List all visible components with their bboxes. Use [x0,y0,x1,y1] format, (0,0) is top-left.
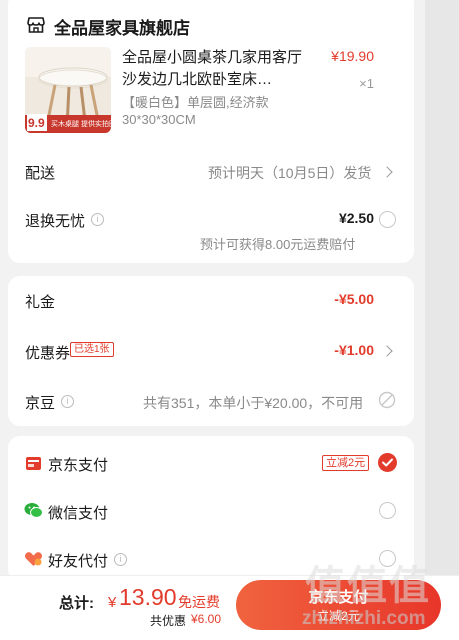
product-thumbnail[interactable]: 9.9 买木桌腿 提供实拍图 [25,47,111,133]
jd-pay-discount-tag: 立减2元 [322,455,370,471]
shop-name[interactable]: 全品屋家具旗舰店 [54,14,190,39]
jingdou-note: 共有351，本单小于¥20.00，不可用 [143,395,364,411]
unavailable-icon [378,391,396,409]
return-insurance-label: 退换无忧 [25,213,86,230]
coupon-value[interactable]: -¥1.00 [318,342,374,358]
wechat-pay-radio[interactable] [379,502,396,519]
product-spec[interactable]: 【暖白色】单层圆,经济款 [122,92,269,111]
jd-pay-radio-selected[interactable] [378,453,397,472]
product-title[interactable]: 全品屋小圆桌茶几家用客厅沙发边几北欧卧室床… [122,47,312,91]
jingdou-label: 京豆 [25,395,56,412]
payment-label-friend[interactable]: 好友代付 [48,550,108,571]
coupon-label: 优惠券 [25,345,71,362]
info-icon[interactable]: i [91,213,104,226]
gift-card-label: 礼金 [25,294,56,311]
info-icon[interactable]: i [61,395,74,408]
free-shipping-label: 免运费 [178,594,220,610]
product-quantity: ×1 [359,76,374,91]
product-size: 30*30*30CM [122,112,196,127]
saved-label: 共优惠 [150,614,187,628]
total-currency: ¥ [108,594,117,611]
wechat-pay-icon [24,503,43,518]
payment-label-wechat[interactable]: 微信支付 [48,502,108,523]
thumb-caption: 买木桌腿 提供实拍图 [51,121,111,128]
total-label: 总计: [59,595,94,612]
return-insurance-checkbox[interactable] [379,211,396,228]
delivery-value[interactable]: 预计明天（10月5日）发货 [208,163,371,183]
coupon-selected-tag: 已选1张 [70,342,114,357]
right-gutter [425,0,459,640]
info-icon[interactable]: i [114,553,127,566]
store-icon [27,17,45,33]
gift-card-value: -¥5.00 [334,291,374,307]
check-icon [382,458,393,467]
price-badge: 9.9 [28,116,45,130]
total-amount: 13.90 [119,584,177,610]
watermark: 值值值 [305,564,431,608]
return-insurance-note: 预计可获得8.00元运费赔付 [200,237,356,252]
jd-pay-icon [26,457,41,470]
delivery-label: 配送 [25,165,56,182]
payment-label-jd[interactable]: 京东支付 [48,454,108,475]
saved-amount: ¥6.00 [191,612,222,626]
friend-pay-icon [25,552,42,566]
product-price: ¥19.90 [331,48,374,64]
return-insurance-price: ¥2.50 [338,210,374,226]
watermark-domain: zhizhizhi.com [302,608,426,629]
